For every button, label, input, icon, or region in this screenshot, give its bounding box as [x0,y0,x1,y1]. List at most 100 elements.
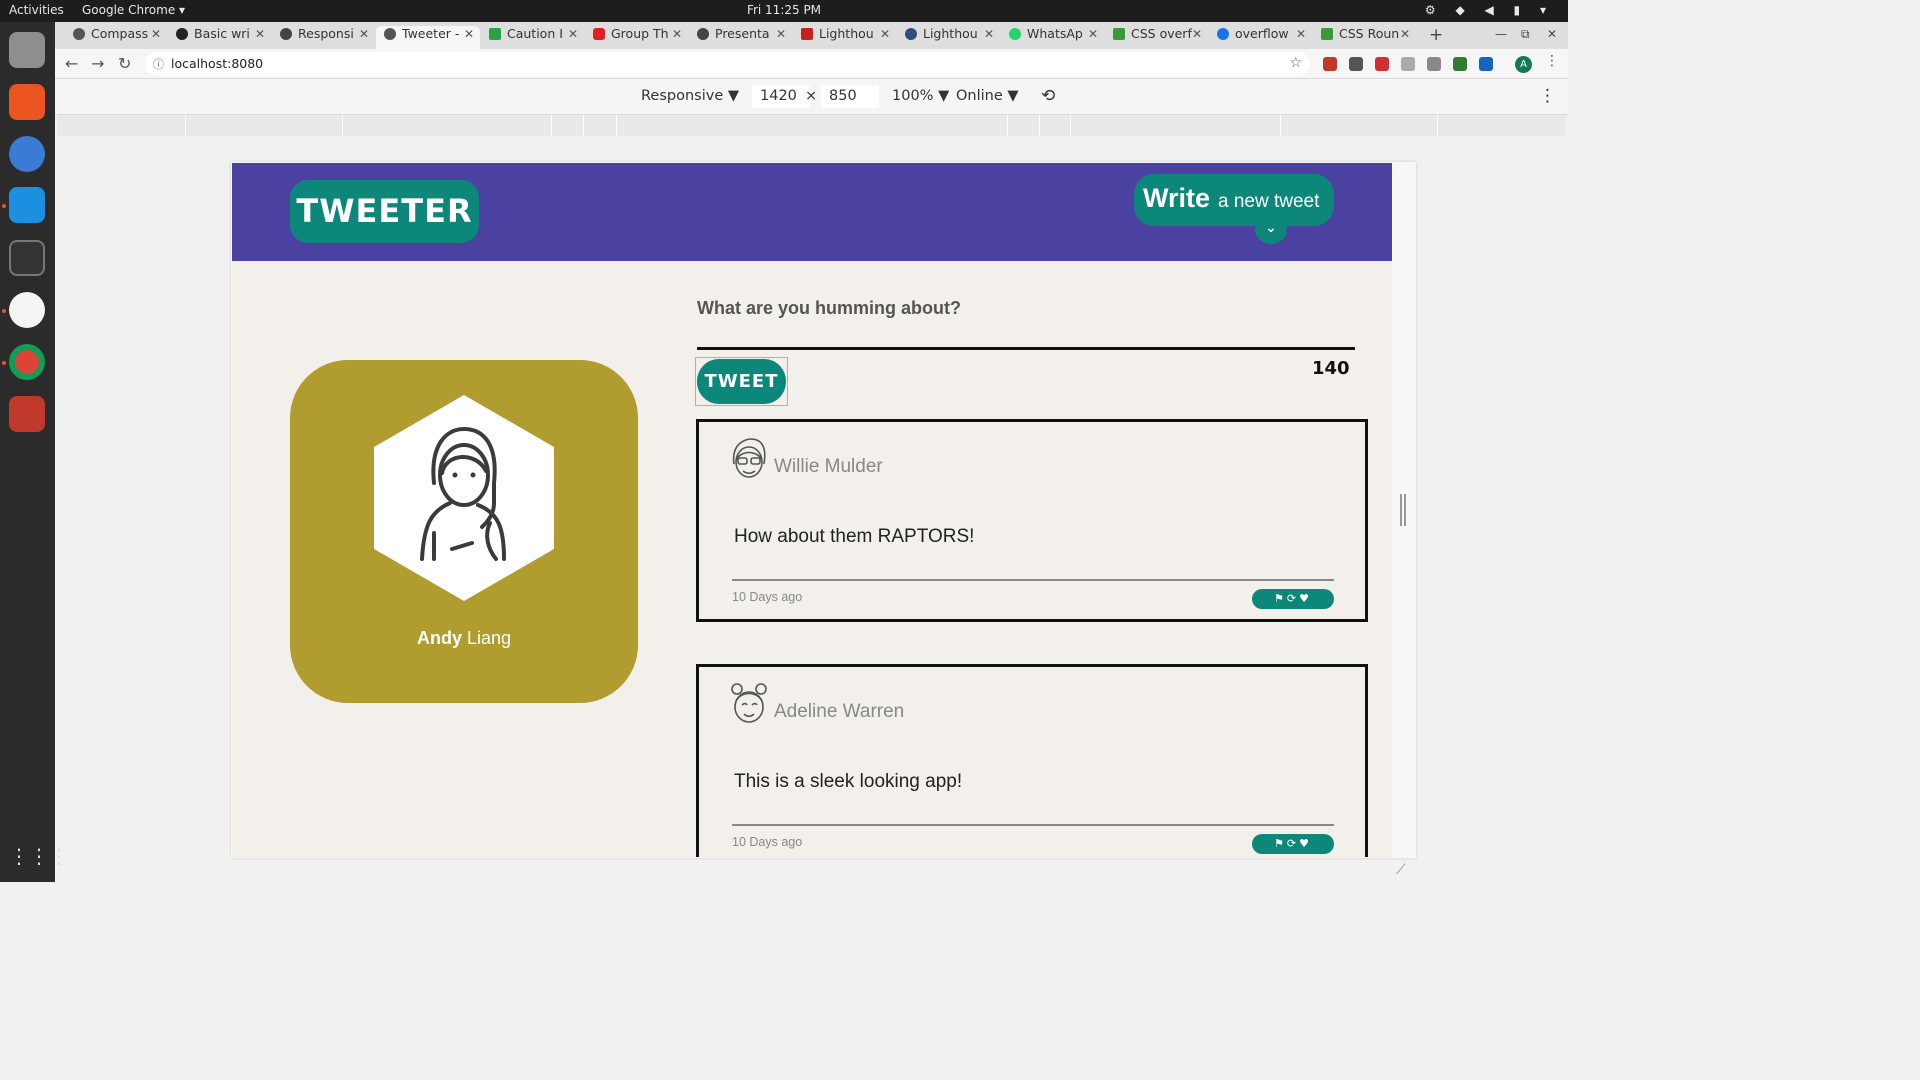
double-chevron-down-icon[interactable]: ⌄ [1255,214,1287,244]
close-tab-icon[interactable]: ✕ [1296,27,1306,41]
close-tab-icon[interactable]: ✕ [1088,27,1098,41]
profile-name: Andy Liang [416,628,512,648]
tab-favicon-icon [1321,28,1333,40]
composer-underline [697,347,1355,350]
settings-tools-icon[interactable] [9,396,45,432]
character-counter: 140 [1312,358,1350,379]
app-logo[interactable]: TWEETER [290,180,479,243]
show-applications-icon[interactable]: ⋮⋮⋮ [9,838,69,874]
address-bar[interactable]: ⓘ localhost:8080 ☆ [145,52,1310,76]
minimize-icon[interactable]: — [1495,27,1507,41]
restore-icon[interactable]: ⧉ [1521,27,1530,42]
tab[interactable]: Responsi ✕ [272,26,375,49]
viewport-width-input[interactable]: 1420 [752,85,810,108]
tab-favicon-icon [73,28,85,40]
extension-icon[interactable] [1401,57,1415,71]
bookmark-star-icon[interactable]: ☆ [1289,55,1302,71]
rotate-icon[interactable]: ⟲ [1041,86,1055,106]
retweet-icon[interactable]: ⟳ [1287,589,1299,609]
write-new-tweet-button[interactable]: Write a new tweet [1134,174,1334,226]
author-avatar-icon [732,438,766,478]
close-tab-icon[interactable]: ✕ [255,27,265,41]
tweet-submit-button[interactable]: TWEET [695,357,788,406]
viewport-resize-handle[interactable] [1400,494,1406,526]
url-text: localhost:8080 [171,56,264,71]
tab[interactable]: WhatsAp ✕ [1001,26,1104,49]
network-throttle-select[interactable]: Online ▼ [956,88,1019,104]
whatsapp-icon [1009,28,1021,40]
tab-favicon-icon [697,28,709,40]
profile-avatar[interactable]: A [1515,56,1532,73]
forward-icon[interactable]: → [91,54,104,73]
tab[interactable]: Lighthou ✕ [793,26,896,49]
chrome-menu-icon[interactable]: ⋮ [1545,53,1559,69]
tweet-card: Willie Mulder How about them RAPTORS! 10… [696,419,1368,622]
tweet-text: How about them RAPTORS! [734,526,975,547]
new-tab-button[interactable]: + [1429,25,1443,45]
clock[interactable]: Fri 11:25 PM [0,3,1568,17]
ublock-icon[interactable] [1323,57,1337,71]
extension-icon[interactable] [1453,57,1467,71]
tab[interactable]: Compass ✕ [65,26,167,49]
close-tab-icon[interactable]: ✕ [984,27,994,41]
software-center-icon[interactable] [9,84,45,120]
tab-favicon-icon [489,28,501,40]
close-tab-icon[interactable]: ✕ [464,27,474,41]
viewport-height-input[interactable]: 850 [821,85,879,108]
tab[interactable]: Group Th ✕ [585,26,688,49]
close-tab-icon[interactable]: ✕ [359,27,369,41]
retweet-icon[interactable]: ⟳ [1287,834,1299,854]
close-tab-icon[interactable]: ✕ [568,27,578,41]
close-tab-icon[interactable]: ✕ [776,27,786,41]
terminal-icon[interactable] [9,240,45,276]
tab[interactable]: overflow ✕ [1209,26,1312,49]
device-toolbar-menu-icon[interactable]: ⋮ [1539,86,1556,106]
tweet-input-placeholder[interactable]: What are you humming about? [697,298,961,319]
browser-toolbar: ← → ↻ ⓘ localhost:8080 ☆ A ⋮ [55,49,1568,79]
device-select[interactable]: Responsive ▼ [641,88,739,104]
extension-icon[interactable] [1349,57,1363,71]
extension-icon[interactable] [1479,57,1493,71]
tab[interactable]: Presenta ✕ [689,26,792,49]
tab-favicon-icon [905,28,917,40]
gmail-icon [801,28,813,40]
tab-active[interactable]: Tweeter - ✕ [376,26,480,49]
reload-icon[interactable]: ↻ [118,54,131,73]
zoom-select[interactable]: 100% ▼ [892,88,949,104]
flag-icon[interactable]: ⚑ [1274,589,1287,609]
heart-icon[interactable]: ♥ [1299,834,1312,854]
dock: ⋮⋮⋮ [0,22,69,882]
tab[interactable]: CSS overf ✕ [1105,26,1208,49]
files-icon[interactable] [9,32,45,68]
device-toolbar: Responsive ▼ 1420 × 850 100% ▼ Online ▼ … [55,79,1568,115]
tab[interactable]: Lighthou ✕ [897,26,1000,49]
tab[interactable]: Caution I ✕ [481,26,584,49]
close-tab-icon[interactable]: ✕ [672,27,682,41]
extension-icon[interactable] [1427,57,1441,71]
tweet-text: This is a sleek looking app! [734,771,963,792]
close-tab-icon[interactable]: ✕ [151,27,161,41]
close-tab-icon[interactable]: ✕ [1192,27,1202,41]
help-icon[interactable] [9,136,45,172]
vscode-icon[interactable] [9,187,45,223]
tab[interactable]: Basic wri ✕ [168,26,271,49]
dimension-separator: × [805,88,818,104]
close-tab-icon[interactable]: ✕ [880,27,890,41]
corner-resize-icon[interactable]: ⟋ [1396,862,1406,878]
site-info-icon[interactable]: ⓘ [153,56,164,72]
system-tray-icons[interactable]: ⚙ ◆ ◀ ▮ ▾ [1425,3,1554,17]
tweet-author: Adeline Warren [774,701,905,722]
chrome-icon[interactable] [9,344,45,380]
flag-icon[interactable]: ⚑ [1274,834,1287,854]
tweet-divider [732,824,1334,826]
tab[interactable]: CSS Roun ✕ [1313,26,1416,49]
heart-icon[interactable]: ♥ [1299,589,1312,609]
slack-icon[interactable] [9,292,45,328]
extension-icon[interactable] [1375,57,1389,71]
tweet-actions: ⚑⟳♥ [1252,589,1334,609]
close-window-icon[interactable]: ✕ [1547,27,1557,41]
back-icon[interactable]: ← [65,54,78,73]
youtube-icon [593,28,605,40]
media-query-bar[interactable] [57,115,1566,136]
close-tab-icon[interactable]: ✕ [1400,27,1410,41]
